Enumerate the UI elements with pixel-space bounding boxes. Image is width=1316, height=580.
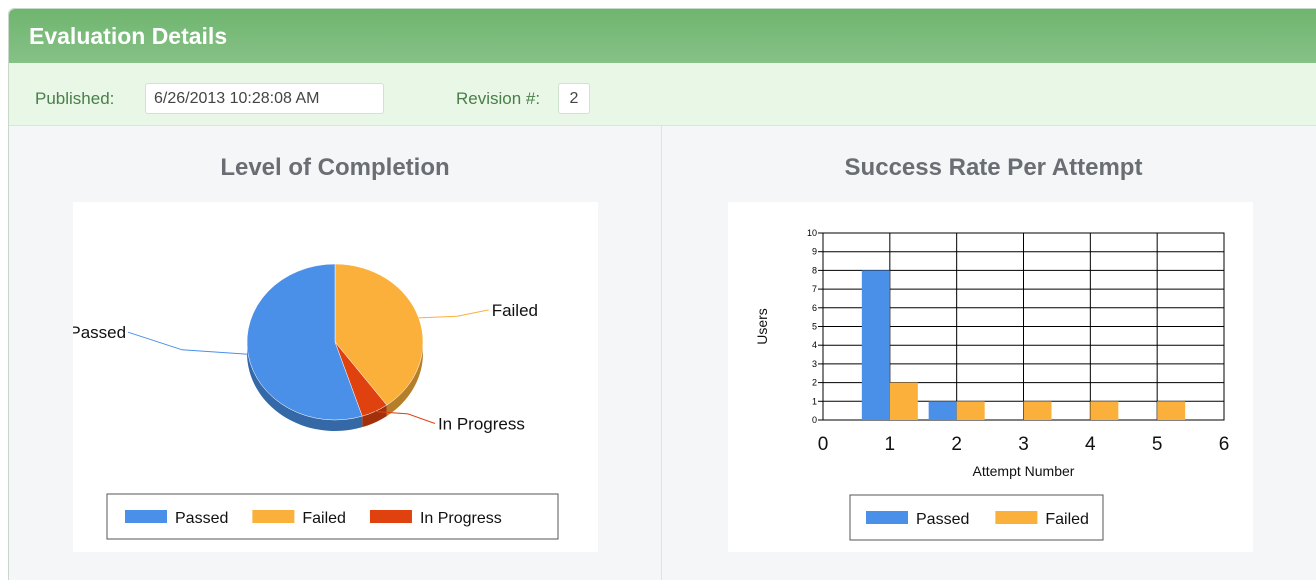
bar-x-tick-label: 4 [1085,434,1096,455]
bar-passed-attempt-2 [928,401,957,420]
bar-failed-attempt-3 [1023,401,1052,420]
pie-legend-swatch-in-progress [369,510,412,523]
bar-legend: Passed Failed [849,494,1104,541]
pie-leader-passed [127,331,249,355]
bar-y-tick-label: 3 [812,359,817,369]
bar-failed-attempt-5 [1157,401,1186,420]
pie-legend-label-in-progress: In Progress [420,510,502,527]
bar-y-tick-label: 9 [812,247,817,257]
bar-y-tick-label: 6 [812,303,817,313]
pie-label-failed: Failed [492,301,538,320]
bar-failed-attempt-2 [956,401,985,420]
bar-y-tick-label: 7 [812,284,817,294]
panel-header: Evaluation Details [9,9,1316,63]
revision-label: Revision #: [456,89,541,108]
bar-legend-swatch-failed [995,511,1038,524]
bar-y-tick-label: 1 [812,396,817,406]
bar-y-tick-label: 0 [812,415,817,425]
bar-y-tick-label: 4 [812,340,817,350]
pie-label-in-progress: In Progress [438,414,525,433]
bar-y-tick-label: 5 [812,322,817,332]
bar-y-tick-label: 2 [812,378,817,388]
panel-title: Evaluation Details [29,23,228,49]
bar-x-tick-label: 0 [818,434,829,455]
pie-legend-label-failed: Failed [302,510,346,527]
bar-x-tick-label: 6 [1219,434,1230,455]
completion-pie-chart: Failed In Progress Passed Passed Failed In Pr… [69,263,559,540]
bar-y-axis-label: Users [754,308,770,345]
published-label: Published: [35,89,115,108]
success-chart-title: Success Rate Per Attempt [844,154,1143,181]
pie-legend-label-passed: Passed [175,510,228,527]
pie-legend: Passed Failed In Progress [106,493,559,540]
bar-y-tick-label: 10 [807,228,817,238]
bar-failed-attempt-1 [889,382,918,420]
bar-legend-label-failed: Failed [1045,511,1089,528]
bar-y-tick-label: 8 [812,265,817,275]
pie-leader-failed [418,309,489,319]
completion-chart: Failed In Progress Passed Passed Failed In Pr… [69,202,598,552]
pie-label-passed: Passed [73,323,126,342]
bar-x-axis-label: Attempt Number [973,463,1075,479]
bar-x-tick-label: 5 [1152,434,1163,455]
meta-bar: Published: 6/26/2013 10:28:08 AM Revisio… [9,63,1316,126]
revision-number-field: 2 [558,83,590,114]
chart-divider [661,126,662,580]
bar-x-tick-label: 1 [885,434,896,455]
pie-legend-swatch-failed [252,510,295,523]
bar-legend-swatch-passed [866,511,908,524]
pie-legend-swatch-passed [125,510,167,523]
bar-legend-label-passed: Passed [916,511,969,528]
evaluation-details-panel: Evaluation Details Published: 6/26/2013 … [8,8,1316,580]
completion-chart-title: Level of Completion [220,154,450,181]
success-bar-chart: 0 1 2 3 4 5 6 7 8 9 10 0 1 2 3 4 5 6 Attempt Number Users Pa… [754,228,1230,541]
published-date-field: 6/26/2013 10:28:08 AM [145,83,384,114]
success-chart: 0 1 2 3 4 5 6 7 8 9 10 0 1 2 3 4 5 6 Attempt Number Users Pa… [728,202,1253,552]
bar-x-tick-label: 3 [1018,434,1029,455]
bar-x-tick-label: 2 [951,434,962,455]
bar-passed-attempt-1 [861,270,890,420]
bar-failed-attempt-4 [1090,401,1119,420]
